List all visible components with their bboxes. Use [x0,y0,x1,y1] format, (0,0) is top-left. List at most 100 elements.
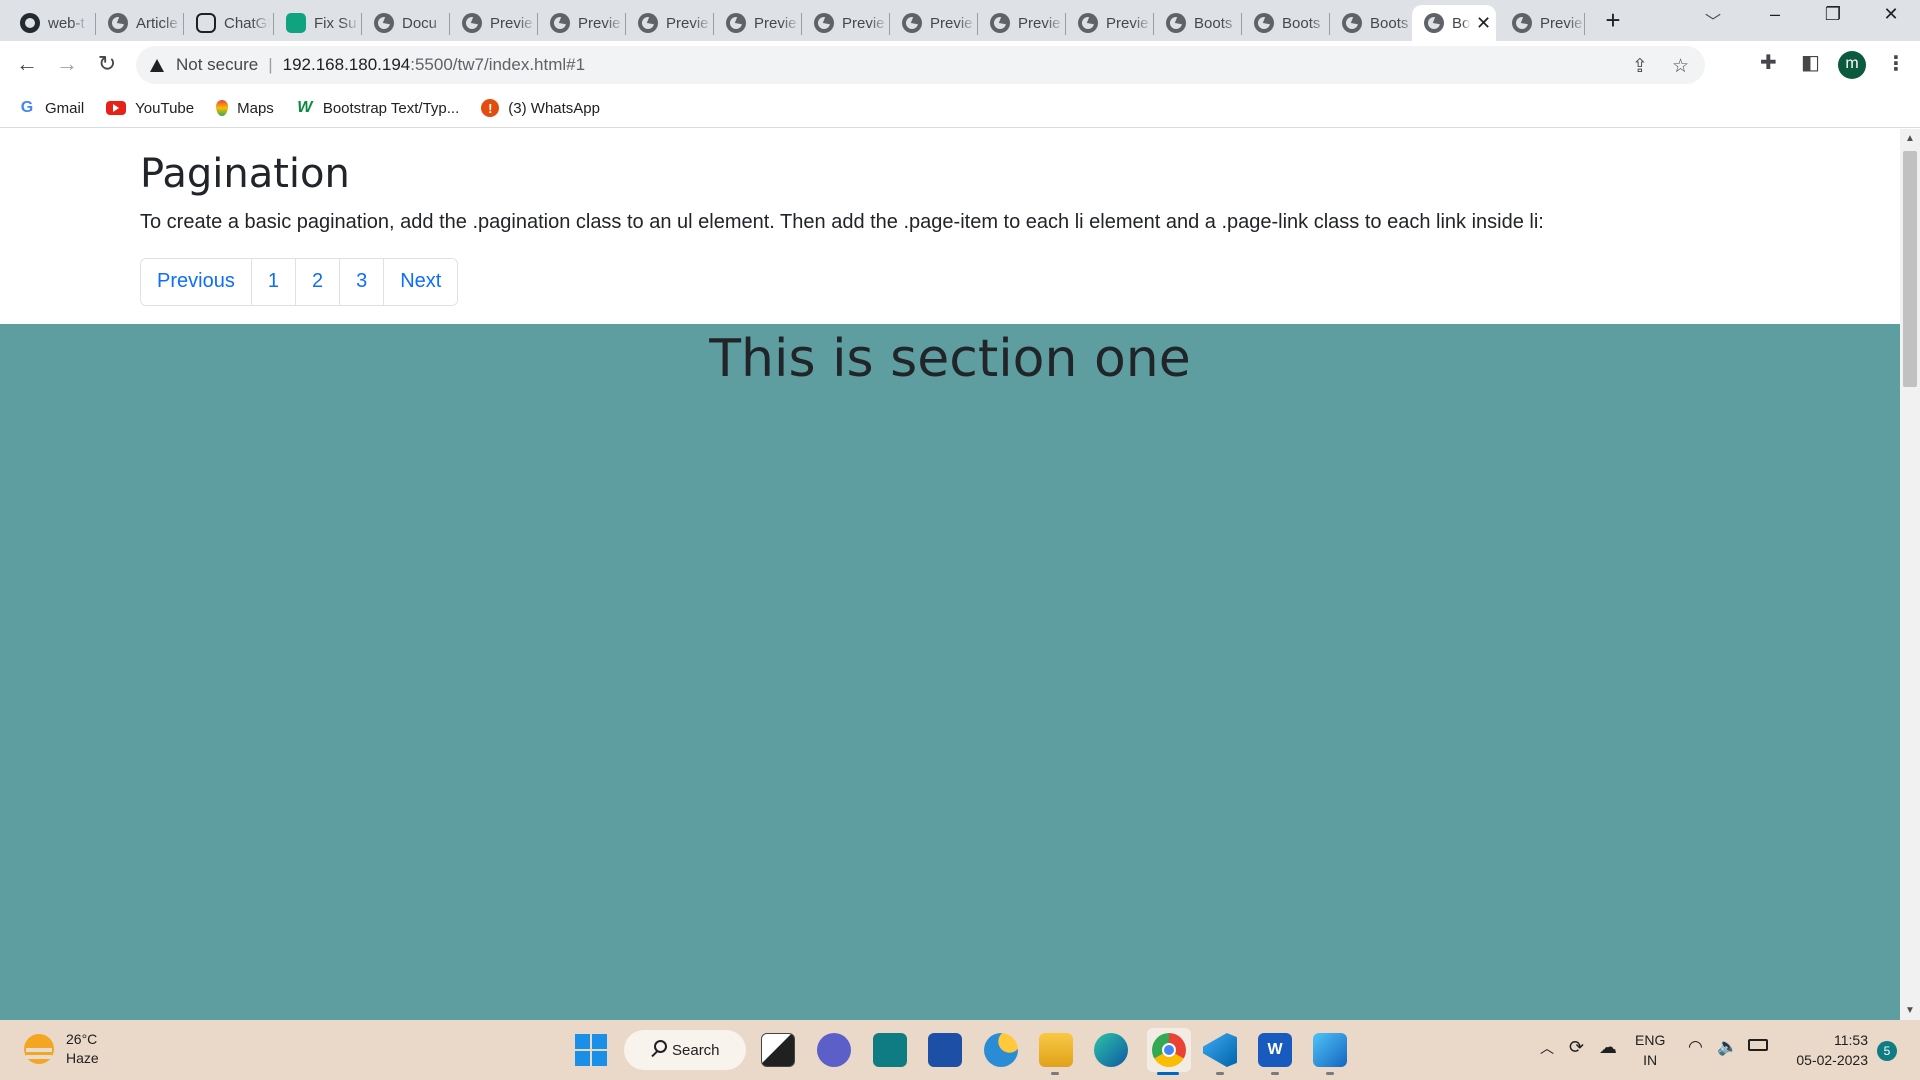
tab-17[interactable]: Previe [1500,5,1586,41]
reload-icon[interactable]: ↻ [93,51,121,79]
globe-icon [462,13,482,33]
tab-7[interactable]: Previe [626,5,712,41]
address-bar[interactable]: Not secure | 192.168.180.194:5500/tw7/in… [136,46,1705,84]
tab-strip: web-t Article ChatGPT Fix Su Docu Previe… [0,0,1920,41]
tab-3[interactable]: Fix Su [274,5,360,41]
globe-icon [1166,13,1186,33]
back-icon[interactable]: ← [13,51,41,79]
notification-badge[interactable]: 5 [1877,1041,1897,1061]
page-link-previous[interactable]: Previous [141,259,252,305]
vscode-icon[interactable] [1203,1033,1237,1067]
tab-4[interactable]: Docu [362,5,448,41]
pagination-section: Pagination To create a basic pagination,… [0,129,1900,324]
minimize-icon[interactable]: – [1752,4,1798,25]
haze-weather-icon [24,1034,54,1064]
windows-taskbar: 26°C Haze Search W ︿ ⟳ ☁ ENG IN ◠ 🔈 11:5… [0,1020,1920,1080]
battery-icon[interactable] [1748,1039,1768,1051]
globe-icon [108,13,128,33]
chatgpt-icon [196,13,216,33]
chevron-up-icon[interactable]: ︿ [1540,1038,1554,1058]
running-indicator [1216,1072,1224,1075]
scroll-down-icon[interactable]: ▼ [1900,1005,1920,1016]
bookmark-whatsapp[interactable]: ! (3) WhatsApp [481,99,600,117]
globe-icon [550,13,570,33]
start-windows-icon[interactable] [574,1033,608,1067]
tab-2[interactable]: ChatGPT [184,5,270,41]
star-icon[interactable]: ☆ [1672,55,1689,78]
tab-11[interactable]: Previe [978,5,1064,41]
chrome-icon[interactable] [1147,1028,1191,1072]
bookmark-maps[interactable]: Maps [216,100,274,117]
side-panel-icon[interactable]: ◧ [1801,50,1820,75]
menu-kebab-icon[interactable]: ⋮ [1886,51,1906,76]
page-link-1[interactable]: 1 [251,259,296,305]
temperature: 26°C [66,1031,98,1047]
page-title: Pagination [140,151,350,197]
tab-8[interactable]: Previe [714,5,800,41]
volume-icon[interactable]: 🔈 [1717,1037,1738,1057]
language: ENG [1635,1032,1666,1048]
page-link-3[interactable]: 3 [340,259,385,305]
profile-avatar[interactable]: m [1838,51,1866,79]
restore-icon[interactable]: ❐ [1810,4,1856,25]
network-cloud-icon[interactable]: ☁ [1599,1037,1617,1058]
page-link-2[interactable]: 2 [295,259,341,305]
file-explorer-icon[interactable] [1039,1033,1073,1067]
weather-widget[interactable]: 26°C Haze [24,1030,99,1068]
photos-icon[interactable] [1313,1033,1347,1067]
youtube-icon [106,101,127,115]
tab-separator [1584,13,1585,35]
tab-12[interactable]: Previe [1066,5,1152,41]
page-link-next[interactable]: Next [384,259,458,305]
bookmark-youtube[interactable]: YouTube [106,100,194,117]
region: IN [1643,1052,1658,1068]
section-one: This is section one [0,324,1900,1020]
new-tab-button[interactable]: + [1598,6,1628,36]
tab-5[interactable]: Previe [450,5,536,41]
close-window-icon[interactable]: ✕ [1868,4,1914,25]
tab-1[interactable]: Article [96,5,182,41]
tab-15[interactable]: Boots [1330,5,1416,41]
app-icon[interactable] [873,1033,907,1067]
globe-icon [1424,13,1444,33]
help-icon[interactable] [984,1033,1018,1067]
tab-13[interactable]: Boots [1154,5,1240,41]
word-icon[interactable]: W [1258,1033,1292,1067]
tab-16-active[interactable]: Bo ✕ [1412,5,1496,41]
tab-9[interactable]: Previe [802,5,888,41]
tab-14[interactable]: Boots [1242,5,1328,41]
security-status[interactable]: Not secure [176,55,258,75]
edge-icon[interactable] [1094,1033,1128,1067]
page-scrollbar[interactable]: ▲ ▼ [1900,129,1920,1020]
globe-icon [726,13,746,33]
extensions-icon[interactable]: ✚ [1760,50,1777,75]
language-indicator[interactable]: ENG IN [1635,1030,1665,1070]
weather-condition: Haze [66,1050,99,1066]
warning-icon [150,58,164,72]
share-icon[interactable]: ⇪ [1632,55,1648,78]
active-indicator [1157,1072,1179,1075]
tab-0[interactable]: web-t [8,5,88,41]
clock[interactable]: 11:53 05-02-2023 [1782,1030,1868,1070]
url-path[interactable]: :5500/tw7/index.html#1 [410,55,585,75]
forward-icon[interactable]: → [53,51,81,79]
bookmark-gmail[interactable]: G Gmail [18,99,84,117]
url-host[interactable]: 192.168.180.194 [283,55,411,75]
tab-10[interactable]: Previe [890,5,976,41]
bookmarks-bar: G Gmail YouTube Maps W Bootstrap Text/Typ.… [0,89,1920,128]
github-icon [20,13,40,33]
tab-search-chevron-icon[interactable]: ﹀ [1705,8,1721,32]
task-view-icon[interactable] [761,1033,795,1067]
scroll-up-icon[interactable]: ▲ [1900,133,1920,144]
wifi-icon[interactable]: ◠ [1688,1037,1703,1057]
globe-icon [902,13,922,33]
teams-chat-icon[interactable] [817,1033,851,1067]
taskbar-search[interactable]: Search [624,1030,746,1070]
sync-icon[interactable]: ⟳ [1569,1037,1584,1058]
store-icon[interactable] [928,1033,962,1067]
scroll-thumb[interactable] [1903,151,1917,387]
tab-6[interactable]: Previe [538,5,624,41]
whatsapp-icon: ! [481,99,500,117]
close-tab-icon[interactable]: ✕ [1476,13,1491,34]
bookmark-w3schools[interactable]: W Bootstrap Text/Typ... [296,99,459,117]
